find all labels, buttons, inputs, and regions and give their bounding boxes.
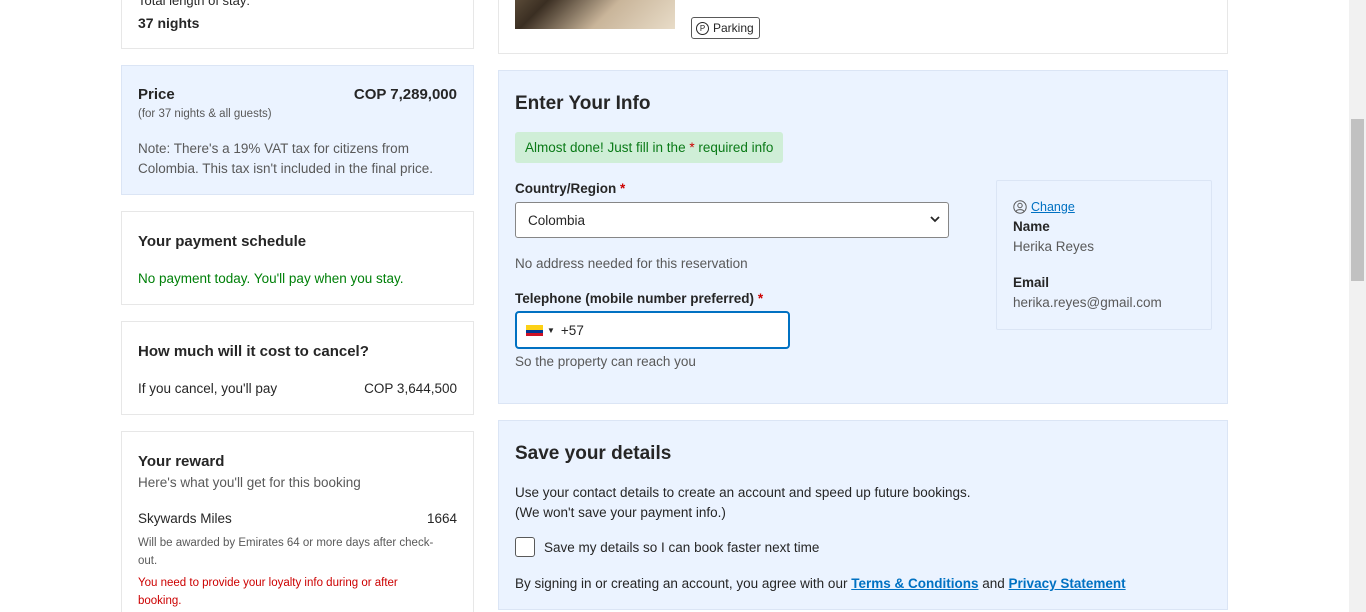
- save-details-description: Use your contact details to create an ac…: [515, 483, 971, 523]
- country-select[interactable]: Colombia: [515, 202, 949, 238]
- legal-and: and: [982, 576, 1005, 591]
- facility-label: Parking: [713, 21, 754, 35]
- name-value: Herika Reyes: [1013, 239, 1095, 254]
- reward-card: Your reward Here's what you'll get for t…: [121, 431, 474, 612]
- telephone-input-value[interactable]: +57: [561, 323, 584, 338]
- alert-required-star: *: [689, 140, 695, 155]
- enter-info-section: Enter Your Info Almost done! Just fill i…: [498, 70, 1228, 404]
- reward-miles: 1664: [426, 511, 457, 526]
- reward-note: Will be awarded by Emirates 64 or more d…: [138, 537, 434, 567]
- save-details-checkbox[interactable]: [515, 537, 535, 557]
- legal-prefix: By signing in or creating an account, yo…: [515, 576, 848, 591]
- legal-agreement: By signing in or creating an account, yo…: [515, 576, 1126, 591]
- required-info-alert: Almost done! Just fill in the * required…: [515, 132, 784, 163]
- save-details-option[interactable]: Save my details so I can book faster nex…: [515, 537, 819, 557]
- reward-warning: You need to provide your loyalty info du…: [138, 577, 398, 607]
- change-account-link[interactable]: Change: [1013, 200, 1075, 214]
- terms-link[interactable]: Terms & Conditions: [851, 576, 978, 591]
- enter-info-heading: Enter Your Info: [515, 93, 651, 114]
- chevron-down-icon: [930, 216, 940, 223]
- vat-note: Note: There's a 19% VAT tax for citizens…: [138, 141, 433, 176]
- colombia-flag-icon[interactable]: [526, 324, 543, 336]
- payment-schedule-card: Your payment schedule No payment today. …: [121, 211, 474, 305]
- reward-subtitle: Here's what you'll get for this booking: [138, 475, 361, 490]
- page-scrollbar[interactable]: [1349, 0, 1366, 612]
- cancellation-title: How much will it cost to cancel?: [138, 343, 369, 360]
- save-details-section: Save your details Use your contact detai…: [498, 420, 1228, 610]
- cancellation-amount: COP 3,644,500: [364, 381, 457, 396]
- hotel-summary-card: P Parking: [498, 0, 1228, 54]
- parking-icon: P: [696, 21, 709, 35]
- country-label-text: Country/Region: [515, 181, 617, 196]
- telephone-label-text: Telephone (mobile number preferred): [515, 291, 755, 306]
- reward-program: Skywards Miles: [138, 511, 232, 526]
- email-value: herika.reyes@gmail.com: [1013, 295, 1162, 310]
- caret-down-icon[interactable]: ▼: [547, 326, 555, 335]
- telephone-field[interactable]: ▼ +57: [515, 311, 790, 349]
- price-summary-card: Price COP 7,289,000 (for 37 nights & all…: [121, 65, 474, 195]
- reward-title: Your reward: [138, 453, 225, 470]
- payment-schedule-message: No payment today. You'll pay when you st…: [138, 271, 404, 286]
- name-label: Name: [1013, 219, 1050, 234]
- required-star: *: [620, 181, 626, 196]
- cancellation-label: If you cancel, you'll pay: [138, 381, 278, 396]
- country-label: Country/Region *: [515, 181, 625, 196]
- hotel-photo[interactable]: [515, 0, 675, 29]
- user-circle-icon: [1013, 200, 1027, 214]
- change-link-label[interactable]: Change: [1031, 200, 1075, 214]
- no-address-note: No address needed for this reservation: [515, 256, 748, 271]
- price-title: Price: [138, 86, 175, 103]
- price-amount: COP 7,289,000: [353, 86, 457, 103]
- telephone-label: Telephone (mobile number preferred) *: [515, 291, 763, 306]
- stay-length-card: Total length of stay: 37 nights: [121, 0, 474, 49]
- alert-suffix: required info: [698, 140, 774, 155]
- stay-length-label: Total length of stay:: [138, 0, 251, 8]
- alert-prefix: Almost done! Just fill in the: [525, 140, 686, 155]
- cancellation-cost-card: How much will it cost to cancel? If you …: [121, 321, 474, 415]
- save-details-line-2: (We won't save your payment info.): [515, 505, 726, 520]
- facility-badge: P Parking: [691, 17, 760, 39]
- required-star: *: [757, 291, 764, 306]
- price-subtitle: (for 37 nights & all guests): [138, 108, 272, 120]
- scrollbar-thumb[interactable]: [1351, 119, 1364, 281]
- payment-schedule-title: Your payment schedule: [138, 233, 307, 250]
- stay-length-value: 37 nights: [138, 15, 200, 31]
- save-details-line-1: Use your contact details to create an ac…: [515, 485, 971, 500]
- country-select-value: Colombia: [528, 212, 586, 228]
- signed-in-user-box: Change Name Herika Reyes Email herika.re…: [996, 180, 1212, 330]
- email-label: Email: [1013, 275, 1050, 290]
- telephone-help: So the property can reach you: [515, 354, 696, 369]
- privacy-link[interactable]: Privacy Statement: [1009, 576, 1126, 591]
- save-details-checkbox-label[interactable]: Save my details so I can book faster nex…: [544, 540, 819, 555]
- save-details-heading: Save your details: [515, 443, 672, 464]
